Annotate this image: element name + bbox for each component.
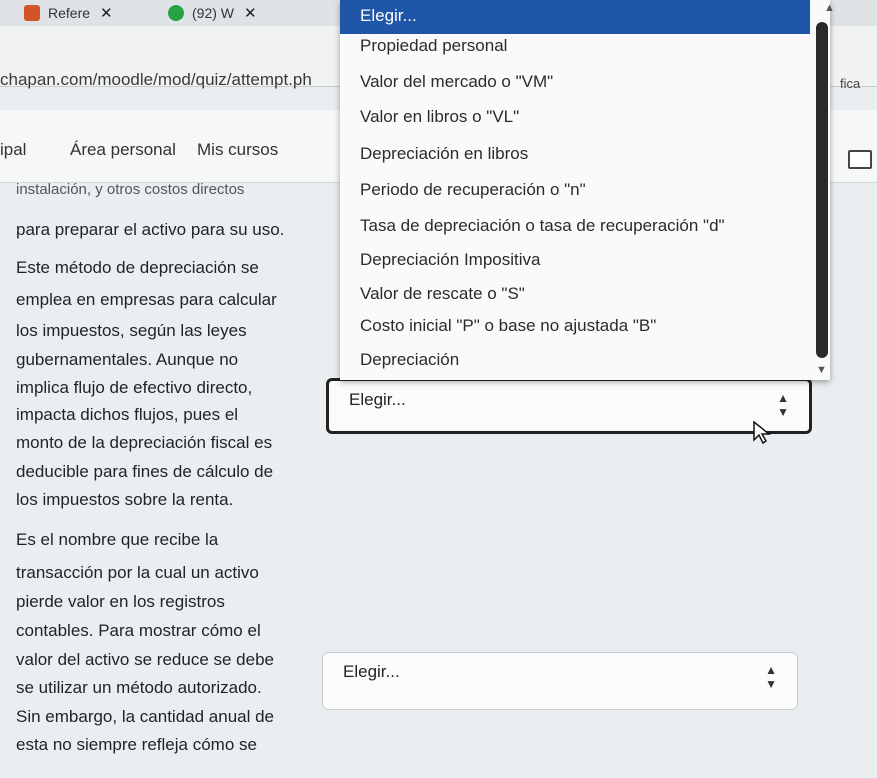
question-line: se utilizar un método autorizado. — [16, 678, 262, 697]
bookmark-label[interactable]: fica — [840, 76, 860, 91]
tab-label: Refere — [48, 5, 91, 21]
scroll-up-icon[interactable]: ▲ — [824, 2, 835, 14]
close-icon[interactable]: ✕ — [100, 4, 113, 22]
question-line: Sin embargo, la cantidad anual de — [16, 707, 275, 726]
mouse-pointer-icon — [753, 420, 772, 444]
close-icon[interactable]: ✕ — [244, 4, 257, 22]
select-arrows-icon: ▲ ▼ — [777, 391, 789, 419]
dropdown-scrollbar[interactable] — [816, 22, 828, 358]
question-line: implica flujo de efectivo directo, — [16, 378, 253, 397]
address-bar-url[interactable]: chapan.com/moodle/mod/quiz/attempt.ph — [0, 70, 345, 90]
answer-select-1[interactable]: Elegir... ▲ ▼ — [326, 378, 812, 434]
moodle-favicon-icon — [24, 5, 40, 21]
question-line: valor del activo se reduce se debe — [16, 650, 274, 669]
dropdown-option[interactable]: Depreciación en libros — [340, 138, 810, 172]
question-line: transacción por la cual un activo — [16, 563, 259, 582]
dropdown-option[interactable]: Depreciación Impositiva — [340, 244, 810, 278]
select-arrows-icon: ▲ ▼ — [765, 663, 777, 691]
question-line: Este método de depreciación se — [16, 258, 259, 277]
question-line: instalación, y otros costos directos — [16, 181, 245, 198]
dropdown-option[interactable]: Periodo de recuperación o "n" — [340, 174, 810, 208]
question-line: Es el nombre que recibe la — [16, 530, 219, 549]
dropdown-option[interactable]: Elegir... — [340, 0, 810, 34]
question-line: los impuestos sobre la renta. — [16, 490, 234, 509]
question-line: emplea en empresas para calcular — [16, 290, 277, 309]
tab-label: (92) W — [192, 5, 234, 21]
question-line: los impuestos, según las leyes — [16, 321, 247, 340]
answer-select-2[interactable]: Elegir... ▲ ▼ — [322, 652, 798, 710]
dropdown-option[interactable]: Valor del mercado o "VM" — [340, 66, 810, 100]
browser-tab-whatsapp[interactable]: (92) W ✕ — [160, 0, 310, 26]
question-line: monto de la depreciación fiscal es — [16, 433, 273, 452]
scroll-down-icon[interactable]: ▼ — [816, 364, 827, 376]
nav-item-area-personal[interactable]: Área personal — [70, 140, 176, 160]
question-line: esta no siempre refleja cómo se — [16, 735, 257, 754]
message-drawer-icon[interactable] — [848, 150, 872, 169]
question-line: deducible para fines de cálculo de — [16, 462, 274, 481]
dropdown-option[interactable]: Depreciación — [340, 344, 810, 378]
question-line: impacta dichos flujos, pues el — [16, 405, 239, 424]
dropdown-option[interactable]: Propiedad personal — [340, 30, 810, 64]
dropdown-option[interactable]: Valor en libros o "VL" — [340, 101, 810, 135]
nav-item-mis-cursos[interactable]: Mis cursos — [197, 140, 278, 160]
select-value: Elegir... — [349, 390, 406, 409]
question-line: gubernamentales. Aunque no — [16, 350, 239, 369]
select-value: Elegir... — [343, 662, 400, 681]
browser-tab-references[interactable]: Refere ✕ — [0, 0, 160, 26]
question-line: contables. Para mostrar cómo el — [16, 621, 261, 640]
question-line: pierde valor en los registros — [16, 592, 225, 611]
question-line: para preparar el activo para su uso. — [16, 220, 285, 239]
whatsapp-favicon-icon — [168, 5, 184, 21]
select-dropdown-list[interactable]: Elegir... Propiedad personal Valor del m… — [340, 0, 830, 380]
nav-item-principal[interactable]: ipal — [0, 140, 26, 160]
dropdown-option[interactable]: Tasa de depreciación o tasa de recuperac… — [340, 210, 810, 244]
dropdown-option[interactable]: Valor de rescate o "S" — [340, 278, 810, 312]
dropdown-option[interactable]: Costo inicial "P" o base no ajustada "B" — [340, 310, 810, 344]
